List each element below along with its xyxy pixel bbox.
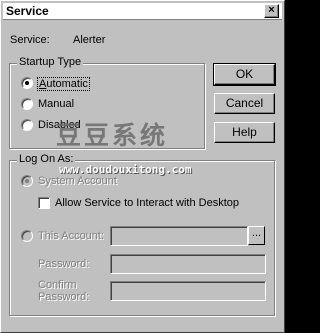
startup-type-legend: Startup Type (17, 56, 84, 68)
watermark-text: 豆豆系统 (56, 121, 169, 150)
manual-label[interactable]: Manual (38, 98, 74, 110)
service-name: Alerter (73, 34, 106, 46)
close-icon: × (268, 4, 275, 16)
service-label: Service: (10, 34, 50, 46)
service-dialog: Service × Service: Alerter Startup Type … (0, 0, 285, 333)
allow-interact-checkbox[interactable] (38, 197, 50, 209)
radio-selected-dot (25, 81, 29, 85)
browse-button[interactable]: ... (248, 226, 265, 245)
disabled-radio[interactable] (21, 119, 33, 131)
password-label: Password: (38, 258, 90, 270)
automatic-radio[interactable] (21, 77, 33, 89)
system-account-label[interactable]: System Account (38, 175, 117, 187)
help-button[interactable]: Help (214, 122, 275, 143)
confirm-password-label: Confirm Password: (38, 279, 90, 303)
system-account-radio[interactable] (21, 175, 33, 187)
password-input[interactable] (110, 254, 266, 274)
this-account-input[interactable] (110, 226, 248, 246)
cancel-button[interactable]: Cancel (214, 93, 275, 114)
watermark-url: www.doudouxitong.com (59, 163, 192, 176)
this-account-label[interactable]: This Account: (38, 230, 104, 242)
this-account-radio[interactable] (21, 230, 33, 242)
automatic-label[interactable]: Automatic (37, 77, 90, 91)
allow-interact-label[interactable]: Allow Service to Interact with Desktop (55, 197, 239, 209)
confirm-password-input[interactable] (110, 281, 266, 301)
ok-button[interactable]: OK (213, 63, 276, 86)
title-bar[interactable]: Service × (3, 3, 282, 20)
manual-radio[interactable] (21, 98, 33, 110)
close-button[interactable]: × (264, 4, 279, 18)
window-title: Service (6, 4, 49, 18)
radio-selected-dot (25, 179, 29, 183)
